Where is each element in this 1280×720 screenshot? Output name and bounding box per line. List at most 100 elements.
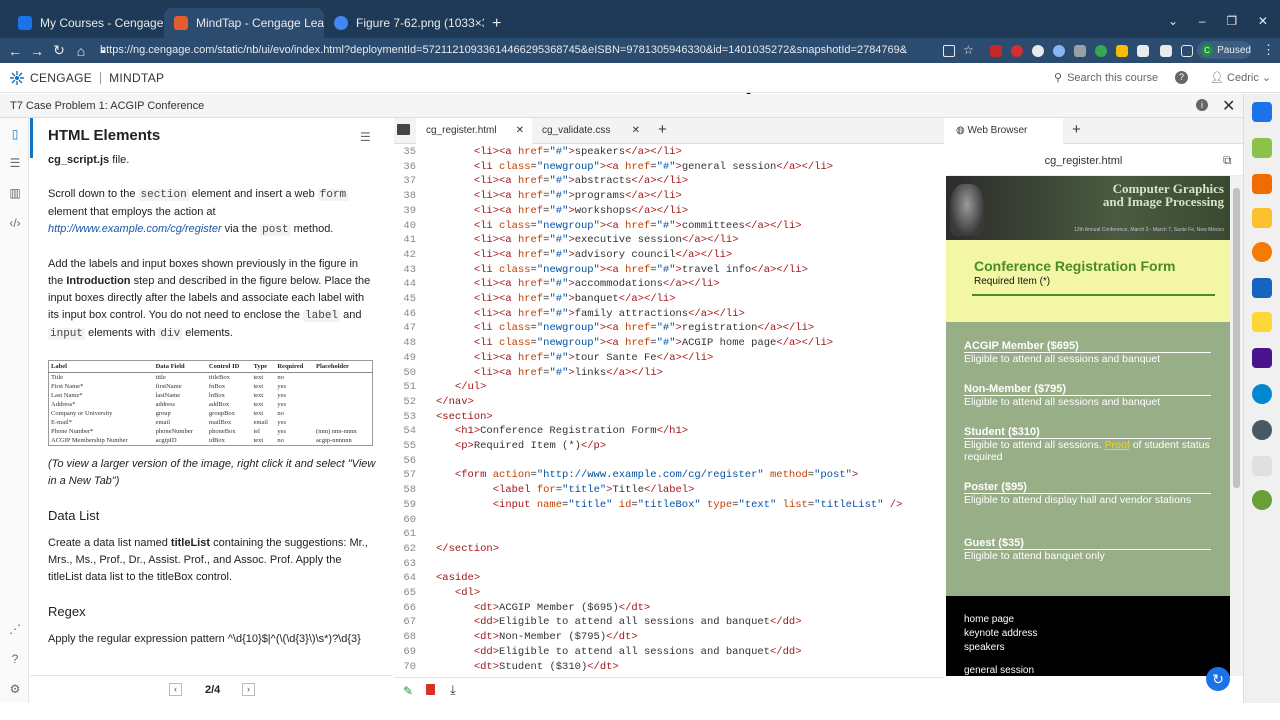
extension-icon[interactable]	[1095, 45, 1107, 57]
extension-icon[interactable]	[1074, 45, 1086, 57]
globe-icon: ◍	[956, 125, 965, 136]
rss-app-icon[interactable]	[1252, 174, 1272, 194]
home-icon[interactable]: ⌂	[70, 43, 92, 59]
column-header: Required	[275, 360, 315, 373]
side-panel-icon[interactable]	[1181, 45, 1193, 57]
download-icon[interactable]: ⤓	[450, 682, 456, 698]
activity-title: T7 Case Problem 1: ACGIP Conference	[10, 100, 205, 112]
search-app-icon[interactable]	[1252, 420, 1272, 440]
menu-icon[interactable]: ☰	[360, 130, 371, 144]
bookmark-star-icon[interactable]: ☆	[963, 43, 977, 57]
line-text: <li><a href="#">advisory council</a></li…	[473, 248, 733, 261]
column-header: Label	[48, 360, 154, 373]
extension-icon[interactable]	[1053, 45, 1065, 57]
tab-cg-register-html[interactable]: cg_register.html ✕	[416, 118, 532, 144]
edit-pencil-icon[interactable]: ✎	[403, 684, 413, 698]
help-circle-icon[interactable]: ?	[8, 652, 22, 666]
line-number: 37	[403, 175, 416, 188]
book-app-icon[interactable]	[1252, 278, 1272, 298]
line-text: <li><a href="#">links</a></li>	[473, 366, 663, 379]
info-icon[interactable]: i	[1196, 99, 1208, 111]
profile-button[interactable]: C Paused	[1197, 41, 1251, 59]
tab-title: MindTap - Cengage Learning	[196, 16, 324, 30]
tab-web-browser[interactable]: ◍ Web Browser	[946, 118, 1063, 144]
course-search[interactable]: ⚲ Search this course	[1054, 71, 1158, 84]
chart-icon[interactable]: ▥	[8, 186, 22, 200]
tab-cg-validate-css[interactable]: cg_validate.css ✕	[532, 118, 648, 144]
close-tab-icon[interactable]: ✕	[632, 118, 640, 144]
adblock-extension-icon[interactable]	[990, 45, 1002, 57]
figure-table[interactable]: Label Data Field Control ID Type Require…	[48, 360, 373, 446]
browser-menu-icon[interactable]: ⋮	[1262, 42, 1275, 58]
preview-scrollbar[interactable]	[1230, 176, 1243, 676]
paragraph: Apply the regular expression pattern ^\d…	[48, 633, 361, 645]
line-number: 52	[403, 395, 416, 408]
line-number: 60	[403, 513, 416, 526]
browser-tab-mindtap[interactable]: MindTap - Cengage Learning ✕	[164, 8, 324, 38]
new-tab-button[interactable]: +	[492, 15, 501, 33]
search-label: Search this course	[1067, 72, 1159, 84]
code-icon[interactable]: ‹/›	[8, 216, 22, 230]
extension-icon[interactable]	[1116, 45, 1128, 57]
rendered-page[interactable]: Computer Graphics and Image Processing 12…	[946, 176, 1230, 676]
puzzle-extensions-icon[interactable]	[1160, 45, 1172, 57]
browser-tab-figure[interactable]: Figure 7-62.png (1033×318) ✕	[324, 8, 484, 38]
minimize-icon[interactable]: –	[1199, 14, 1206, 28]
example-url-link[interactable]: http://www.example.com/cg/register	[48, 223, 222, 235]
refresh-preview-button[interactable]: ↻	[1206, 667, 1230, 691]
extension-icon[interactable]	[1011, 45, 1023, 57]
notes-app-icon[interactable]	[1252, 312, 1272, 332]
nav-link[interactable]: keynote address	[964, 628, 1037, 639]
previous-page-button[interactable]: ‹	[169, 683, 182, 696]
book-icon[interactable]: ▯	[8, 127, 22, 141]
scrollbar-thumb[interactable]	[1233, 188, 1240, 488]
share-icon[interactable]: ⋰	[8, 622, 22, 636]
extension-icon[interactable]	[1137, 45, 1149, 57]
back-icon[interactable]: ←	[4, 43, 26, 59]
document-app-icon[interactable]	[1252, 456, 1272, 476]
restore-icon[interactable]: ❐	[1226, 14, 1237, 28]
highlighter-app-icon[interactable]	[1252, 138, 1272, 158]
url-field[interactable]: https://ng.cengage.com/static/nb/ui/evo/…	[100, 41, 940, 60]
add-preview-button[interactable]: +	[1072, 121, 1081, 138]
nav-link[interactable]: home page	[964, 614, 1014, 625]
forward-icon[interactable]: →	[26, 43, 48, 59]
tab-search-icon[interactable]: ⌄	[1168, 14, 1178, 28]
extension-icon[interactable]	[1032, 45, 1044, 57]
browser-tab-my-courses[interactable]: My Courses - Cengage Instructor ✕	[8, 8, 164, 38]
settings-gear-icon[interactable]: ⚙	[8, 682, 22, 696]
proof-link[interactable]: Proof	[1105, 439, 1130, 451]
browser-tab-strip: My Courses - Cengage Instructor ✕ MindTa…	[0, 0, 1280, 38]
user-menu[interactable]: 👤︎ Cedric ⌄	[1210, 71, 1271, 84]
column-header: Placeholder	[314, 360, 373, 373]
line-text: </ul>	[454, 381, 487, 394]
help-icon[interactable]: ?	[1175, 71, 1188, 84]
line-number: 58	[403, 484, 416, 497]
circle-app-icon[interactable]	[1252, 242, 1272, 262]
add-file-button[interactable]: +	[658, 121, 667, 138]
reload-icon[interactable]: ↻	[48, 42, 70, 59]
next-page-button[interactable]: ›	[242, 683, 255, 696]
delete-trash-icon[interactable]	[426, 684, 435, 695]
close-tab-icon[interactable]: ✕	[516, 118, 524, 144]
cengage-logo[interactable]: CENGAGE MINDTAP	[10, 71, 164, 85]
audio-app-icon[interactable]	[1252, 348, 1272, 368]
site-nav: home page keynote address speakers gener…	[946, 596, 1230, 676]
nav-link[interactable]: general session	[964, 665, 1034, 676]
briefcase-app-icon[interactable]	[1252, 102, 1272, 122]
nav-link[interactable]: speakers	[964, 642, 1005, 653]
profile-app-icon[interactable]	[1252, 490, 1272, 510]
table-cell: (nnn) nnn-nnnn	[316, 428, 357, 435]
close-activity-icon[interactable]: ✕	[1222, 96, 1235, 116]
open-external-icon[interactable]: ⧉	[1223, 153, 1232, 168]
close-window-icon[interactable]: ✕	[1258, 14, 1268, 28]
cnow-app-icon[interactable]	[1252, 384, 1272, 404]
line-text: <li><a href="#">banquet</a></li>	[473, 293, 676, 305]
list-icon[interactable]: ☰	[8, 156, 22, 170]
share-icon[interactable]	[943, 45, 955, 57]
folder-icon[interactable]	[397, 124, 410, 135]
table-cell: lastName	[155, 392, 181, 399]
table-cell: text	[253, 410, 264, 417]
code-editor[interactable]: 35 <li><a href="#">speakers</a></li> 36 <…	[394, 144, 944, 677]
a-z-dictionary-app-icon[interactable]	[1252, 208, 1272, 228]
